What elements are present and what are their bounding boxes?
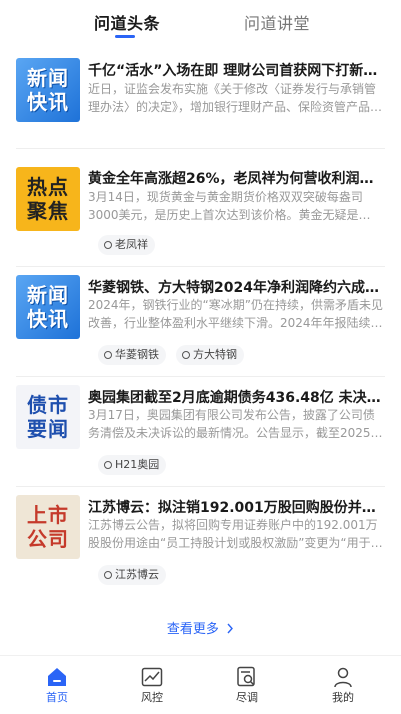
article-thumbnail: 新闻 快讯 [16,275,80,339]
divider [16,148,385,149]
article-title[interactable]: 华菱钢铁、方大特钢2024年净利润降约六成，钢铁行业仍承压 [88,277,385,297]
stock-tag-icon [104,241,112,249]
stock-tag-icon [104,351,112,359]
user-icon [334,667,352,688]
article-title[interactable]: 千亿“活水”入场在即 理财公司首获网下打新入场券 [88,60,385,80]
divider [16,266,385,267]
article-thumbnail: 热点 聚焦 [16,167,80,231]
article-item[interactable]: 债市 要闻 奥园集团截至2月底逾期债务436.48亿 未决诉讼金额持续增加 3月… [0,382,401,482]
article-summary: 江苏博云公告，拟将回购专用证券账户中的192.001万股股份用途由“员工持股计划… [88,518,383,550]
stock-tag-icon [182,351,190,359]
stock-tag[interactable]: 方大特钢 [176,345,244,365]
article-thumbnail: 上市 公司 [16,495,80,559]
nav-label: 尽调 [236,691,258,704]
stock-tag[interactable]: 华菱钢铁 [98,345,166,365]
article-thumbnail: 新闻 快讯 [16,58,80,122]
nav-item-due-diligence[interactable]: 尽调 [217,656,277,714]
article-title[interactable]: 黄金全年高涨超26%，老凤祥为何营收利润遭遇双降？ [88,168,385,188]
article-item[interactable]: 上市 公司 江苏博云：拟注销192.001万股回购股份并减少注册资本 江苏博云公… [0,492,401,592]
nav-label: 风控 [141,691,163,704]
article-summary: 2024年，钢铁行业的“寒冰期”仍在持续，供需矛盾未见改善，行业整体盈利水平继续… [88,298,383,330]
search-document-icon [237,666,255,687]
stock-tag[interactable]: 江苏博云 [98,565,166,585]
article-title[interactable]: 奥园集团截至2月底逾期债务436.48亿 未决诉讼金额持续增加 [88,387,385,407]
article-item[interactable]: 热点 聚焦 黄金全年高涨超26%，老凤祥为何营收利润遭遇双降？ 3月14日，现货… [0,160,401,260]
nav-label: 我的 [332,691,354,704]
stock-tag[interactable]: 老凤祥 [98,235,155,255]
bottom-navigation: 首页 风控 尽调 我的 [0,655,401,714]
chevron-right-icon [227,623,234,634]
divider [16,376,385,377]
stock-tag-icon [104,571,112,579]
article-summary: 3月17日，奥园集团有限公司发布公告，披露了公司债务清偿及未决诉讼的最新情况。公… [88,408,383,440]
home-icon [48,668,66,686]
article-item[interactable]: 新闻 快讯 千亿“活水”入场在即 理财公司首获网下打新入场券 近日，证监会发布实… [0,0,401,140]
nav-item-risk[interactable]: 风控 [122,656,182,714]
nav-item-home[interactable]: 首页 [27,656,87,714]
divider [16,486,385,487]
chart-icon [141,667,163,687]
stock-tag[interactable]: H21奥园 [98,455,167,475]
article-thumbnail: 债市 要闻 [16,385,80,449]
article-title[interactable]: 江苏博云：拟注销192.001万股回购股份并减少注册资本 [88,497,385,517]
stock-tag-icon [104,461,112,469]
article-summary: 近日，证监会发布实施《关于修改〈证券发行与承销管理办法〉的决定》，增加银行理财产… [88,82,383,114]
view-more-link[interactable]: 查看更多 [0,618,401,637]
view-more-label: 查看更多 [166,622,219,637]
nav-item-profile[interactable]: 我的 [313,656,373,714]
nav-label: 首页 [46,691,68,704]
article-item[interactable]: 新闻 快讯 华菱钢铁、方大特钢2024年净利润降约六成，钢铁行业仍承压 2024… [0,272,401,372]
article-summary: 3月14日，现货黄金与黄金期货价格双双突破每盎司3000美元，是历史上首次达到该… [88,190,363,222]
